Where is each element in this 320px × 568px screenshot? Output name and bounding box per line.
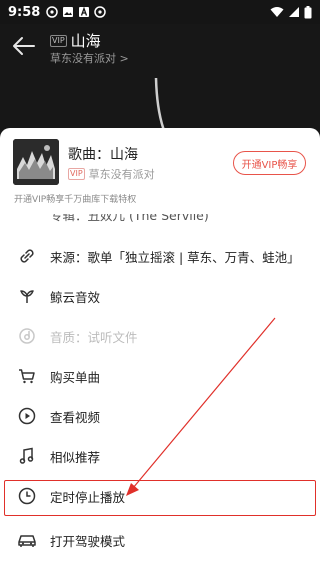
clock-icon <box>16 485 38 507</box>
image-icon <box>63 7 74 17</box>
song-title-header: 山海 <box>70 32 101 50</box>
album-cover-art <box>13 139 59 185</box>
app-a-icon <box>79 6 90 17</box>
netease-music-icon-2 <box>94 6 107 18</box>
menu-item-label: 来源：歌单「独立摇滚 | 草东、万青、蛙池」 <box>50 249 300 265</box>
menu-item-quality[interactable]: 音质：试听文件 <box>0 316 320 356</box>
menu-item-source[interactable]: 来源：歌单「独立摇滚 | 草东、万青、蛙池」 <box>0 236 320 276</box>
header-vip-badge: VIP <box>50 34 67 47</box>
back-arrow-icon[interactable] <box>10 34 38 58</box>
menu-item-label: 音质：试听文件 <box>50 329 138 345</box>
wifi-icon <box>270 7 284 17</box>
status-time: 9:58 <box>8 4 41 20</box>
open-vip-button[interactable]: 开通VIP畅享 <box>233 151 306 175</box>
link-icon <box>16 245 38 267</box>
music-note-icon <box>16 445 38 467</box>
menu-item-view-video[interactable]: 查看视频 <box>0 396 320 436</box>
menu-item-buy-single[interactable]: 购买单曲 <box>0 356 320 396</box>
battery-icon <box>304 5 312 18</box>
status-bar: 9:58 <box>0 0 320 24</box>
menu-item-label: 专辑：丑奴儿 (The Servile) <box>50 214 209 223</box>
menu-item-label: 鲸云音效 <box>50 289 101 305</box>
artist-link-header[interactable]: 草东没有派对 > <box>50 50 129 66</box>
signal-icon <box>289 7 299 17</box>
menu-item-sleep-timer[interactable]: 定时停止播放 <box>0 476 320 516</box>
menu-item-label: 相似推荐 <box>50 449 101 465</box>
car-icon <box>16 529 38 551</box>
vip-badge: VIP <box>68 168 85 180</box>
system-icons <box>270 5 312 19</box>
more-options-sheet: 歌曲：山海 VIP 草东没有派对 开通VIP畅享 开通VIP畅享千万曲库下载特权… <box>0 128 320 568</box>
menu-item-label: 定时停止播放 <box>50 489 126 505</box>
play-icon <box>16 405 38 427</box>
header-title-row: VIP 山海 <box>50 30 101 51</box>
menu-item-label: 查看视频 <box>50 409 101 425</box>
netease-music-icon <box>46 6 59 18</box>
menu-item-label: 打开驾驶模式 <box>50 533 126 549</box>
cart-icon <box>16 365 38 387</box>
menu-item-label: 购买单曲 <box>50 369 101 385</box>
notification-icons <box>46 6 107 18</box>
quality-icon <box>16 325 38 347</box>
artist-name: 草东没有派对 <box>88 168 155 181</box>
album-cover <box>13 139 59 185</box>
menu-item-album[interactable]: 专辑：丑奴儿 (The Servile) <box>0 214 320 232</box>
menu-item-similar[interactable]: 相似推荐 <box>0 436 320 476</box>
song-meta: VIP 草东没有派对 <box>68 166 155 182</box>
song-title: 歌曲：山海 <box>68 147 138 163</box>
vip-tip-text: 开通VIP畅享千万曲库下载特权 <box>14 195 137 205</box>
menu-item-whale-sound[interactable]: 鲸云音效 <box>0 276 320 316</box>
song-info-card: 歌曲：山海 VIP 草东没有派对 开通VIP畅享 开通VIP畅享千万曲库下载特权 <box>0 128 320 220</box>
whale-icon <box>16 285 38 307</box>
menu-item-drive-mode[interactable]: 打开驾驶模式 <box>0 520 320 560</box>
